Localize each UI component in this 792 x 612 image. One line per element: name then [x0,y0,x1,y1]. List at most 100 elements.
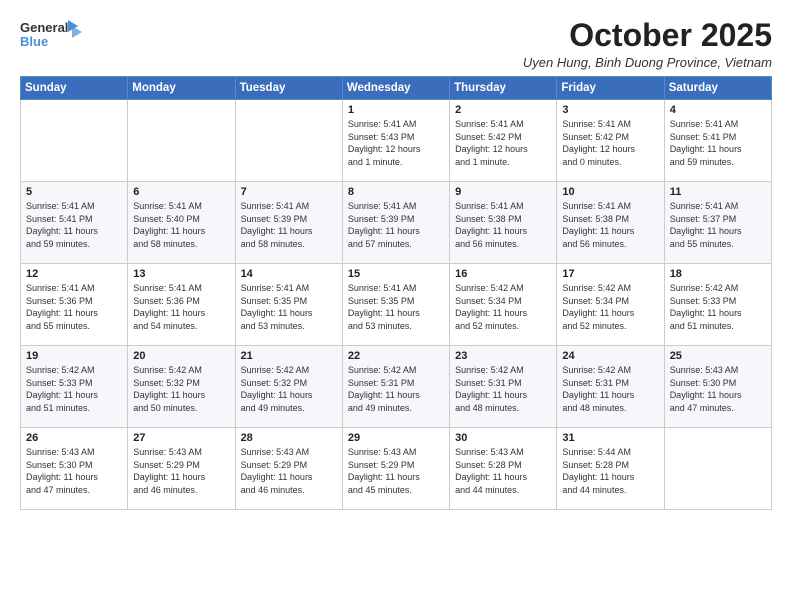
day-number: 1 [348,104,444,116]
calendar-cell [235,100,342,182]
calendar-cell: 25Sunrise: 5:43 AMSunset: 5:30 PMDayligh… [664,346,771,428]
calendar-day-header: Tuesday [235,77,342,100]
calendar-cell: 5 Sunrise: 5:41 AMSunset: 5:41 PMDaylight… [21,182,128,264]
cell-content: Sunrise: 5:41 AMSunset: 5:39 PMDaylight:… [241,200,337,250]
calendar-table: SundayMondayTuesdayWednesdayThursdayFrid… [20,76,772,510]
cell-content: Sunrise: 5:43 AMSunset: 5:30 PMDaylight:… [670,364,766,414]
cell-content: Sunrise: 5:41 AMSunset: 5:40 PMDaylight:… [133,200,229,250]
calendar-week-row: 26Sunrise: 5:43 AMSunset: 5:30 PMDayligh… [21,428,772,510]
calendar-day-header: Monday [128,77,235,100]
calendar-header-row: SundayMondayTuesdayWednesdayThursdayFrid… [21,77,772,100]
day-number: 23 [455,350,551,362]
cell-content: Sunrise: 5:43 AMSunset: 5:30 PMDaylight:… [26,446,122,496]
calendar-cell: 29Sunrise: 5:43 AMSunset: 5:29 PMDayligh… [342,428,449,510]
calendar-cell: 7 Sunrise: 5:41 AMSunset: 5:39 PMDaylight… [235,182,342,264]
calendar-cell: 3Sunrise: 5:41 AMSunset: 5:42 PMDaylight… [557,100,664,182]
day-number: 14 [241,268,337,280]
day-number: 31 [562,432,658,444]
day-number: 11 [670,186,766,198]
calendar-day-header: Saturday [664,77,771,100]
day-number: 24 [562,350,658,362]
calendar-cell: 17Sunrise: 5:42 AMSunset: 5:34 PMDayligh… [557,264,664,346]
logo: GeneralBlue [20,18,82,52]
calendar-cell: 19 Sunrise: 5:42 AMSunset: 5:33 PMDayligh… [21,346,128,428]
day-number: 21 [241,350,337,362]
calendar-cell: 24 Sunrise: 5:42 AMSunset: 5:31 PMDayligh… [557,346,664,428]
title-block: October 2025 Uyen Hung, Binh Duong Provi… [523,18,772,70]
cell-content: Sunrise: 5:41 AMSunset: 5:36 PMDaylight:… [133,282,229,332]
cell-content: Sunrise: 5:41 AMSunset: 5:37 PMDaylight:… [670,200,766,250]
day-number: 2 [455,104,551,116]
calendar-cell: 28 Sunrise: 5:43 AMSunset: 5:29 PMDayligh… [235,428,342,510]
day-number: 22 [348,350,444,362]
calendar-cell: 26Sunrise: 5:43 AMSunset: 5:30 PMDayligh… [21,428,128,510]
day-number: 8 [348,186,444,198]
cell-content: Sunrise: 5:42 AMSunset: 5:33 PMDaylight:… [26,364,122,414]
cell-content: Sunrise: 5:42 AMSunset: 5:32 PMDaylight:… [133,364,229,414]
calendar-week-row: 12 Sunrise: 5:41 AMSunset: 5:36 PMDayligh… [21,264,772,346]
calendar-cell: 11 Sunrise: 5:41 AMSunset: 5:37 PMDayligh… [664,182,771,264]
calendar-cell: 31 Sunrise: 5:44 AMSunset: 5:28 PMDayligh… [557,428,664,510]
cell-content: Sunrise: 5:42 AMSunset: 5:32 PMDaylight:… [241,364,337,414]
calendar-day-header: Friday [557,77,664,100]
calendar-cell: 21 Sunrise: 5:42 AMSunset: 5:32 PMDayligh… [235,346,342,428]
day-number: 12 [26,268,122,280]
calendar-cell: 18Sunrise: 5:42 AMSunset: 5:33 PMDayligh… [664,264,771,346]
day-number: 30 [455,432,551,444]
cell-content: Sunrise: 5:41 AMSunset: 5:36 PMDaylight:… [26,282,122,332]
calendar-day-header: Thursday [450,77,557,100]
day-number: 19 [26,350,122,362]
cell-content: Sunrise: 5:41 AMSunset: 5:39 PMDaylight:… [348,200,444,250]
calendar-cell: 15 Sunrise: 5:41 AMSunset: 5:35 PMDayligh… [342,264,449,346]
day-number: 6 [133,186,229,198]
day-number: 10 [562,186,658,198]
calendar-cell: 10 Sunrise: 5:41 AMSunset: 5:38 PMDayligh… [557,182,664,264]
calendar-cell [128,100,235,182]
svg-text:General: General [20,20,68,35]
calendar-cell: 4Sunrise: 5:41 AMSunset: 5:41 PMDaylight… [664,100,771,182]
cell-content: Sunrise: 5:41 AMSunset: 5:35 PMDaylight:… [348,282,444,332]
cell-content: Sunrise: 5:41 AMSunset: 5:42 PMDaylight:… [455,118,551,168]
cell-content: Sunrise: 5:42 AMSunset: 5:31 PMDaylight:… [562,364,658,414]
month-title: October 2025 [523,18,772,53]
calendar-cell: 22Sunrise: 5:42 AMSunset: 5:31 PMDayligh… [342,346,449,428]
calendar-cell [664,428,771,510]
day-number: 28 [241,432,337,444]
cell-content: Sunrise: 5:42 AMSunset: 5:33 PMDaylight:… [670,282,766,332]
location-subtitle: Uyen Hung, Binh Duong Province, Vietnam [523,55,772,70]
cell-content: Sunrise: 5:42 AMSunset: 5:31 PMDaylight:… [455,364,551,414]
calendar-cell: 23 Sunrise: 5:42 AMSunset: 5:31 PMDayligh… [450,346,557,428]
day-number: 20 [133,350,229,362]
calendar-cell: 27Sunrise: 5:43 AMSunset: 5:29 PMDayligh… [128,428,235,510]
calendar-cell: 9Sunrise: 5:41 AMSunset: 5:38 PMDaylight… [450,182,557,264]
day-number: 16 [455,268,551,280]
day-number: 3 [562,104,658,116]
day-number: 9 [455,186,551,198]
day-number: 15 [348,268,444,280]
calendar-cell: 16 Sunrise: 5:42 AMSunset: 5:34 PMDayligh… [450,264,557,346]
calendar-cell: 2 Sunrise: 5:41 AMSunset: 5:42 PMDaylight… [450,100,557,182]
cell-content: Sunrise: 5:41 AMSunset: 5:43 PMDaylight:… [348,118,444,168]
day-number: 17 [562,268,658,280]
cell-content: Sunrise: 5:44 AMSunset: 5:28 PMDaylight:… [562,446,658,496]
cell-content: Sunrise: 5:41 AMSunset: 5:38 PMDaylight:… [562,200,658,250]
calendar-week-row: 19 Sunrise: 5:42 AMSunset: 5:33 PMDayligh… [21,346,772,428]
logo-svg: GeneralBlue [20,18,82,52]
day-number: 5 [26,186,122,198]
cell-content: Sunrise: 5:41 AMSunset: 5:41 PMDaylight:… [26,200,122,250]
calendar-cell: 20 Sunrise: 5:42 AMSunset: 5:32 PMDayligh… [128,346,235,428]
day-number: 13 [133,268,229,280]
day-number: 7 [241,186,337,198]
cell-content: Sunrise: 5:41 AMSunset: 5:35 PMDaylight:… [241,282,337,332]
cell-content: Sunrise: 5:43 AMSunset: 5:28 PMDaylight:… [455,446,551,496]
cell-content: Sunrise: 5:41 AMSunset: 5:41 PMDaylight:… [670,118,766,168]
cell-content: Sunrise: 5:42 AMSunset: 5:34 PMDaylight:… [455,282,551,332]
calendar-day-header: Sunday [21,77,128,100]
page-header: GeneralBlue October 2025 Uyen Hung, Binh… [20,18,772,70]
svg-text:Blue: Blue [20,34,48,49]
calendar-day-header: Wednesday [342,77,449,100]
cell-content: Sunrise: 5:43 AMSunset: 5:29 PMDaylight:… [241,446,337,496]
day-number: 27 [133,432,229,444]
day-number: 29 [348,432,444,444]
calendar-cell: 12 Sunrise: 5:41 AMSunset: 5:36 PMDayligh… [21,264,128,346]
